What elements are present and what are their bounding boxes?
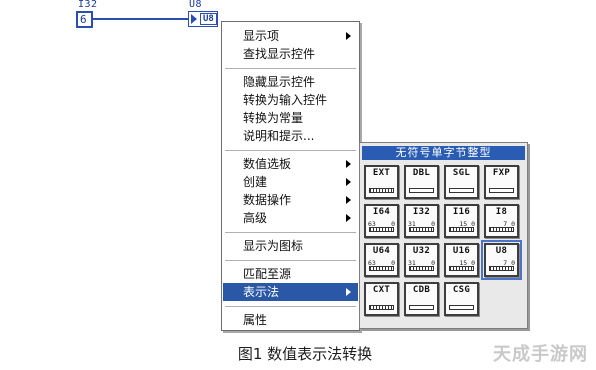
numeric-bar-icon xyxy=(369,227,394,232)
tile-u64[interactable]: U64 63 0 xyxy=(364,243,399,277)
menu-item-numeric-palette[interactable]: 数值选板 xyxy=(223,155,358,173)
input-constant[interactable]: 6 xyxy=(76,11,93,28)
menu-separator xyxy=(225,68,356,69)
submenu-arrow-icon xyxy=(346,32,351,40)
menu-item-advanced[interactable]: 高级 xyxy=(223,209,358,227)
tile-ext[interactable]: EXT xyxy=(364,165,399,199)
tile-fxp[interactable]: FXP xyxy=(484,165,519,199)
output-indicator[interactable]: U8 xyxy=(188,11,218,27)
numeric-bar-icon xyxy=(489,188,514,193)
numeric-bar-icon xyxy=(369,188,394,193)
menu-item-create[interactable]: 创建 xyxy=(223,173,358,191)
tile-cxt[interactable]: CXT xyxy=(364,282,399,316)
submenu-arrow-icon xyxy=(346,178,351,186)
context-menu: 显示项 查找显示控件 隐藏显示控件 转换为输入控件 转换为常量 说明和提示...… xyxy=(221,21,360,331)
menu-item-properties[interactable]: 属性 xyxy=(223,311,358,329)
submenu-arrow-icon xyxy=(346,196,351,204)
numeric-bar-icon xyxy=(369,305,394,310)
numeric-bar-icon xyxy=(409,266,434,271)
watermark-logo: 天成手游网 xyxy=(493,344,588,365)
output-type-label: U8 xyxy=(189,0,203,10)
menu-item-visible-items[interactable]: 显示项 xyxy=(223,27,358,45)
tile-cdb[interactable]: CDB xyxy=(404,282,439,316)
numeric-bar-icon xyxy=(409,305,434,310)
menu-item-change-to-control[interactable]: 转换为输入控件 xyxy=(223,91,358,109)
submenu-arrow-icon xyxy=(346,288,351,296)
menu-item-hide-indicator[interactable]: 隐藏显示控件 xyxy=(223,73,358,91)
menu-separator xyxy=(225,260,356,261)
menu-separator xyxy=(225,232,356,233)
numeric-bar-icon xyxy=(489,266,514,271)
numeric-bar-icon xyxy=(449,227,474,232)
tile-csg[interactable]: CSG xyxy=(444,282,479,316)
menu-item-find-indicator[interactable]: 查找显示控件 xyxy=(223,45,358,63)
numeric-bar-icon xyxy=(409,227,434,232)
tile-u32[interactable]: U32 31 0 xyxy=(404,243,439,277)
tile-u8[interactable]: U8 7 0 xyxy=(481,240,522,280)
palette-title: 无符号单字节整型 xyxy=(362,146,525,160)
tile-sgl[interactable]: SGL xyxy=(444,165,479,199)
numeric-bar-icon xyxy=(449,188,474,193)
menu-item-description-tip[interactable]: 说明和提示... xyxy=(223,127,358,145)
tile-u16[interactable]: U16 15 0 xyxy=(444,243,479,277)
submenu-arrow-icon xyxy=(346,214,351,222)
indicator-type-tag: U8 xyxy=(200,13,217,25)
indicator-arrow-icon xyxy=(191,14,197,24)
representation-palette: 无符号单字节整型 EXT DBL SGL FXP I64 63 0 I32 31 0 I… xyxy=(359,142,528,329)
menu-separator xyxy=(225,150,356,151)
numeric-bar-icon xyxy=(409,188,434,193)
menu-item-view-as-icon[interactable]: 显示为图标 xyxy=(223,237,358,255)
menu-separator xyxy=(225,306,356,307)
tile-dbl[interactable]: DBL xyxy=(404,165,439,199)
menu-item-adapt-to-source[interactable]: 匹配至源 xyxy=(223,265,358,283)
submenu-arrow-icon xyxy=(346,160,351,168)
tile-i64[interactable]: I64 63 0 xyxy=(364,204,399,238)
input-type-label: I32 xyxy=(78,0,98,10)
tile-i32[interactable]: I32 31 0 xyxy=(404,204,439,238)
wire[interactable] xyxy=(93,18,188,20)
menu-item-data-operations[interactable]: 数据操作 xyxy=(223,191,358,209)
numeric-bar-icon xyxy=(449,305,474,310)
tile-i16[interactable]: I16 15 0 xyxy=(444,204,479,238)
tile-i8[interactable]: I8 7 0 xyxy=(484,204,519,238)
numeric-bar-icon xyxy=(369,266,394,271)
numeric-bar-icon xyxy=(449,266,474,271)
numeric-bar-icon xyxy=(489,227,514,232)
menu-item-representation[interactable]: 表示法 xyxy=(223,283,358,301)
menu-item-change-to-constant[interactable]: 转换为常量 xyxy=(223,109,358,127)
